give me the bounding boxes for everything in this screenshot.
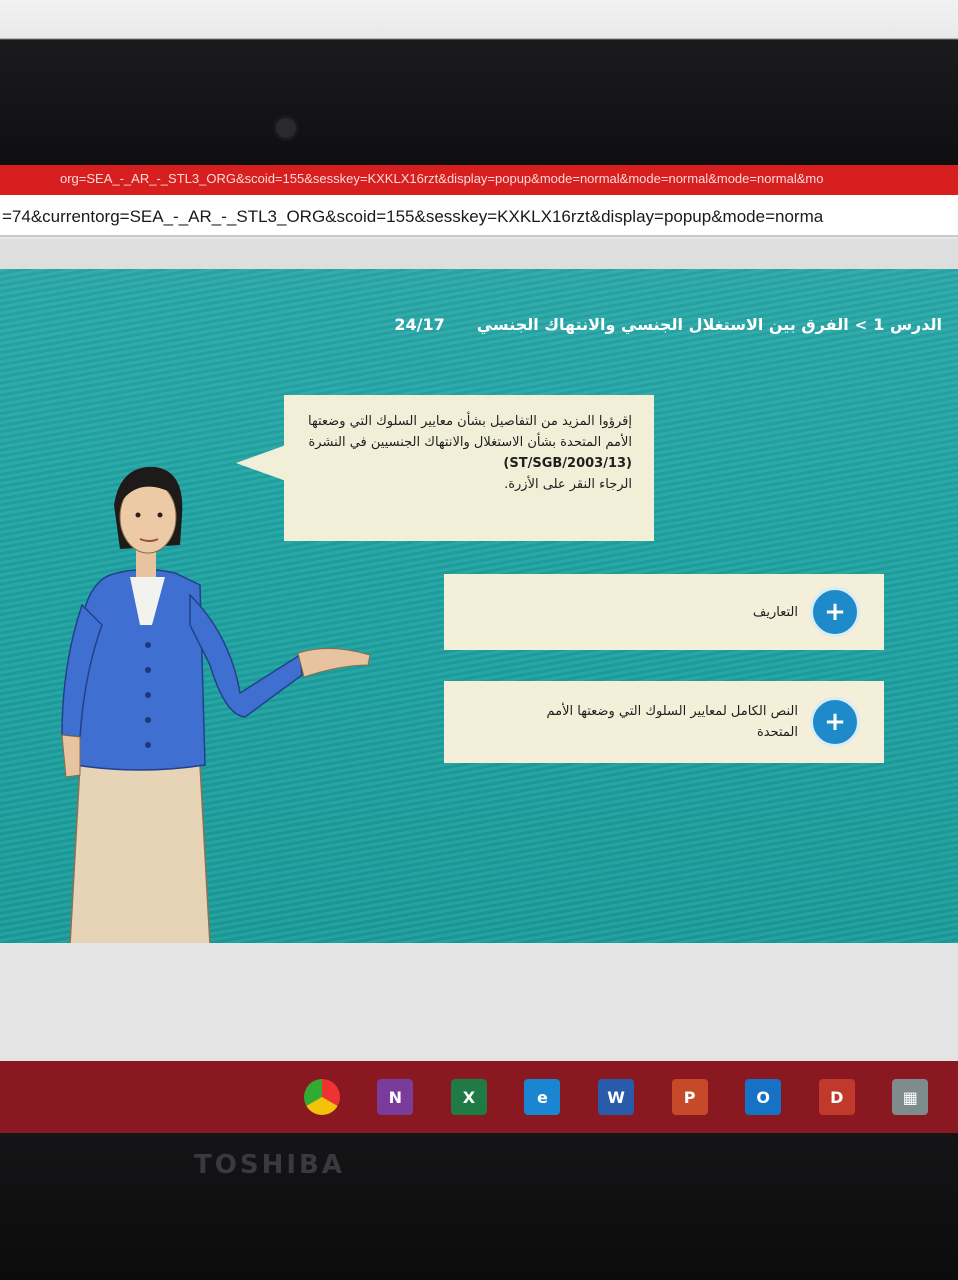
- chrome-icon: [303, 1079, 340, 1115]
- accordion-definitions[interactable]: + التعاريف: [444, 574, 884, 650]
- taskbar-item[interactable]: e: [517, 1068, 569, 1126]
- lesson-label: الدرس 1: [873, 315, 942, 334]
- laptop-bezel-bottom: [0, 1133, 958, 1280]
- webcam: [276, 118, 296, 138]
- onenote-icon: N: [377, 1079, 414, 1115]
- edge-icon: e: [524, 1079, 561, 1115]
- taskbar-item[interactable]: O: [737, 1068, 789, 1126]
- lesson-content: الدرس 1 > الفرق بين الاستغلال الجنسي وال…: [0, 269, 958, 943]
- taskbar-item[interactable]: N: [370, 1068, 422, 1126]
- taskbar-item[interactable]: ▦: [885, 1068, 937, 1126]
- outlook-icon: O: [745, 1079, 782, 1115]
- accordion-full-text[interactable]: + النص الكامل لمعايير السلوك التي وضعتها…: [444, 681, 884, 763]
- expand-plus-icon[interactable]: +: [810, 697, 860, 747]
- presenter-illustration: [61, 466, 371, 943]
- bubble-instruction: الرجاء النقر على الأزرة.: [504, 477, 632, 492]
- taskbar-item[interactable]: W: [590, 1068, 642, 1126]
- brand-logo: TOSHIBA: [194, 1150, 345, 1180]
- excel-icon: X: [450, 1079, 487, 1115]
- taskbar-item[interactable]: [296, 1068, 348, 1126]
- window-title-bar: org=SEA_-_AR_-_STL3_ORG&scoid=155&sesske…: [0, 165, 958, 195]
- taskbar-item[interactable]: X: [443, 1068, 495, 1126]
- powerpoint-icon: P: [671, 1079, 708, 1115]
- expand-plus-icon[interactable]: +: [810, 587, 860, 637]
- taskbar-item[interactable]: D: [811, 1068, 863, 1126]
- laptop-bezel-top: [0, 0, 958, 170]
- photos-icon: ▦: [892, 1079, 929, 1115]
- address-bar[interactable]: =74&currentorg=SEA_-_AR_-_STL3_ORG&scoid…: [0, 195, 958, 237]
- toolbar-strip: [0, 239, 958, 269]
- lesson-title: الفرق بين الاستغلال الجنسي والانتهاك الج…: [476, 315, 849, 334]
- slide-progress: 24/17: [394, 315, 445, 334]
- word-icon: W: [598, 1079, 635, 1115]
- breadcrumb: الدرس 1 > الفرق بين الاستغلال الجنسي وال…: [394, 315, 942, 334]
- taskbar: N Xe W P O D ▦: [0, 1061, 958, 1133]
- bubble-text: إقرؤوا المزيد من التفاصيل بشأن معايير ال…: [308, 414, 632, 450]
- page-footer: [0, 943, 958, 1061]
- screen: org=SEA_-_AR_-_STL3_ORG&scoid=155&sesske…: [0, 165, 958, 1133]
- bulletin-code: (ST/SGB/2003/13): [503, 456, 632, 471]
- taskbar-item[interactable]: P: [664, 1068, 716, 1126]
- breadcrumb-separator: >: [854, 315, 868, 334]
- acrobat-icon: D: [818, 1079, 855, 1115]
